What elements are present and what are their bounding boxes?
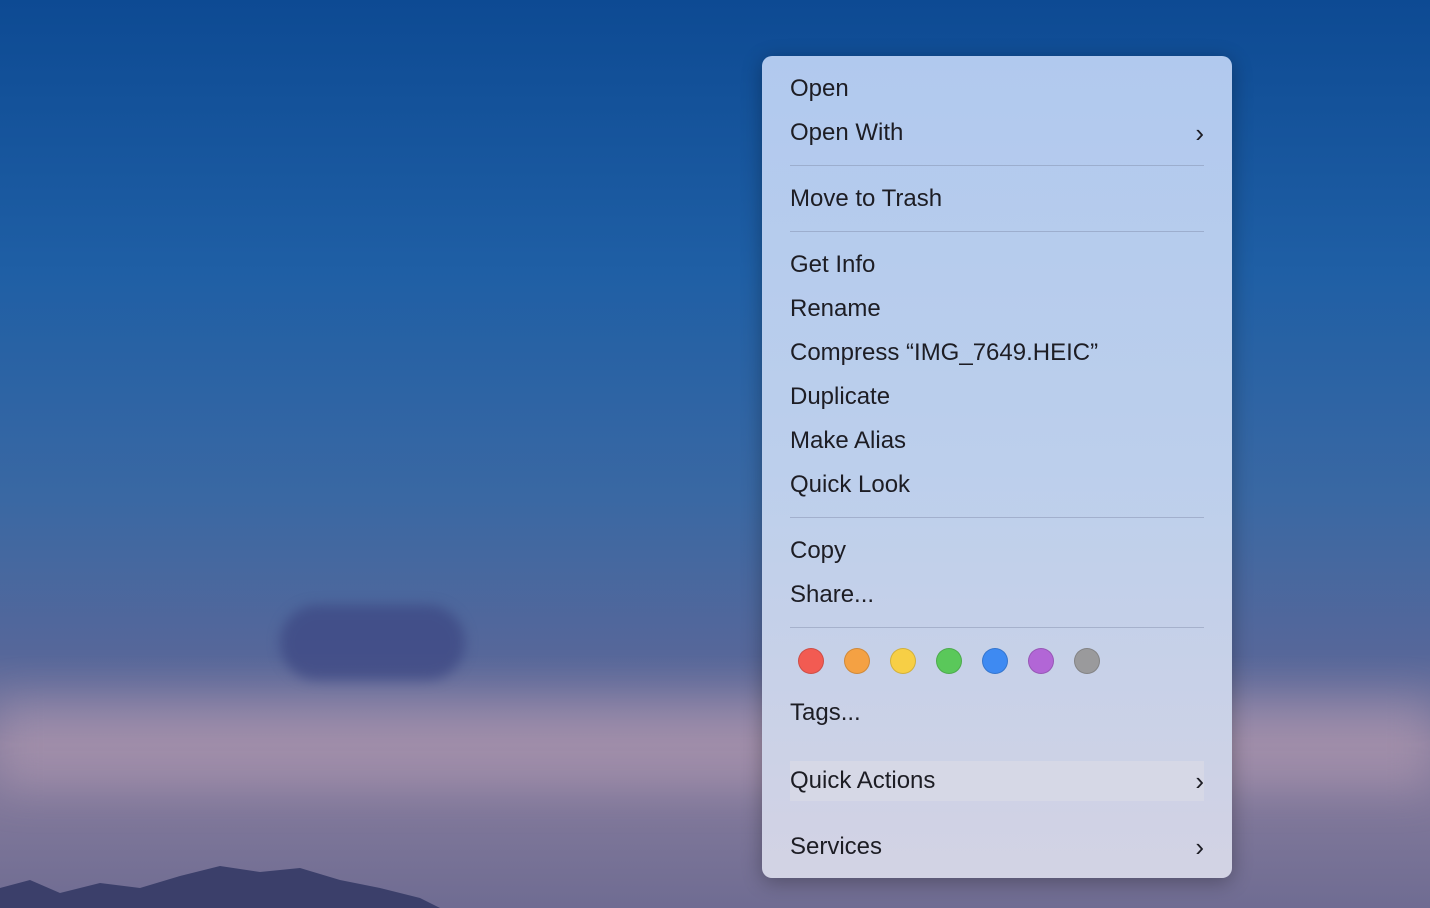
background-cloud (280, 605, 465, 680)
menu-item-open[interactable]: Open (790, 69, 1204, 109)
tag-orange[interactable] (844, 648, 870, 674)
menu-item-duplicate[interactable]: Duplicate (790, 377, 1204, 417)
menu-item-share[interactable]: Share... (790, 575, 1204, 615)
label: Services (790, 833, 883, 860)
label: Share... (790, 581, 875, 608)
menu-item-make-alias[interactable]: Make Alias (790, 421, 1204, 461)
menu-item-copy[interactable]: Copy (790, 531, 1204, 571)
label: Rename (790, 295, 881, 322)
tag-color-row (798, 648, 1100, 674)
menu-item-open-with[interactable]: Open With › (790, 113, 1204, 153)
separator (790, 165, 1204, 166)
tag-green[interactable] (936, 648, 962, 674)
menu-item-move-to-trash[interactable]: Move to Trash (790, 179, 1204, 219)
label: Quick Look (790, 471, 911, 498)
label: Quick Actions (790, 767, 936, 794)
menu-item-compress[interactable]: Compress “IMG_7649.HEIC” (790, 333, 1204, 373)
menu-item-quick-actions[interactable]: Quick Actions › (790, 761, 1204, 801)
chevron-right-icon: › (1195, 766, 1204, 796)
separator (790, 517, 1204, 518)
chevron-right-icon: › (1195, 118, 1204, 148)
separator (790, 231, 1204, 232)
label: Copy (790, 537, 847, 564)
label: Move to Trash (790, 185, 943, 212)
tag-yellow[interactable] (890, 648, 916, 674)
label: Open With (790, 119, 904, 146)
tag-gray[interactable] (1074, 648, 1100, 674)
menu-item-rename[interactable]: Rename (790, 289, 1204, 329)
tag-blue[interactable] (982, 648, 1008, 674)
label: Open (790, 75, 849, 102)
menu-item-tags[interactable]: Tags... (790, 693, 1204, 733)
tag-red[interactable] (798, 648, 824, 674)
menu-item-services[interactable]: Services › (790, 827, 1204, 867)
label: Tags... (790, 699, 861, 726)
label: Duplicate (790, 383, 891, 410)
context-menu: Open Open With › Move to Trash Get Info R… (762, 56, 1232, 878)
menu-item-quick-look[interactable]: Quick Look (790, 465, 1204, 505)
menu-item-get-info[interactable]: Get Info (790, 245, 1204, 285)
tag-purple[interactable] (1028, 648, 1054, 674)
separator (790, 627, 1204, 628)
chevron-right-icon: › (1195, 832, 1204, 862)
label: Get Info (790, 251, 876, 278)
label: Compress “IMG_7649.HEIC” (790, 339, 1099, 366)
background-mountains (0, 866, 440, 908)
label: Make Alias (790, 427, 907, 454)
